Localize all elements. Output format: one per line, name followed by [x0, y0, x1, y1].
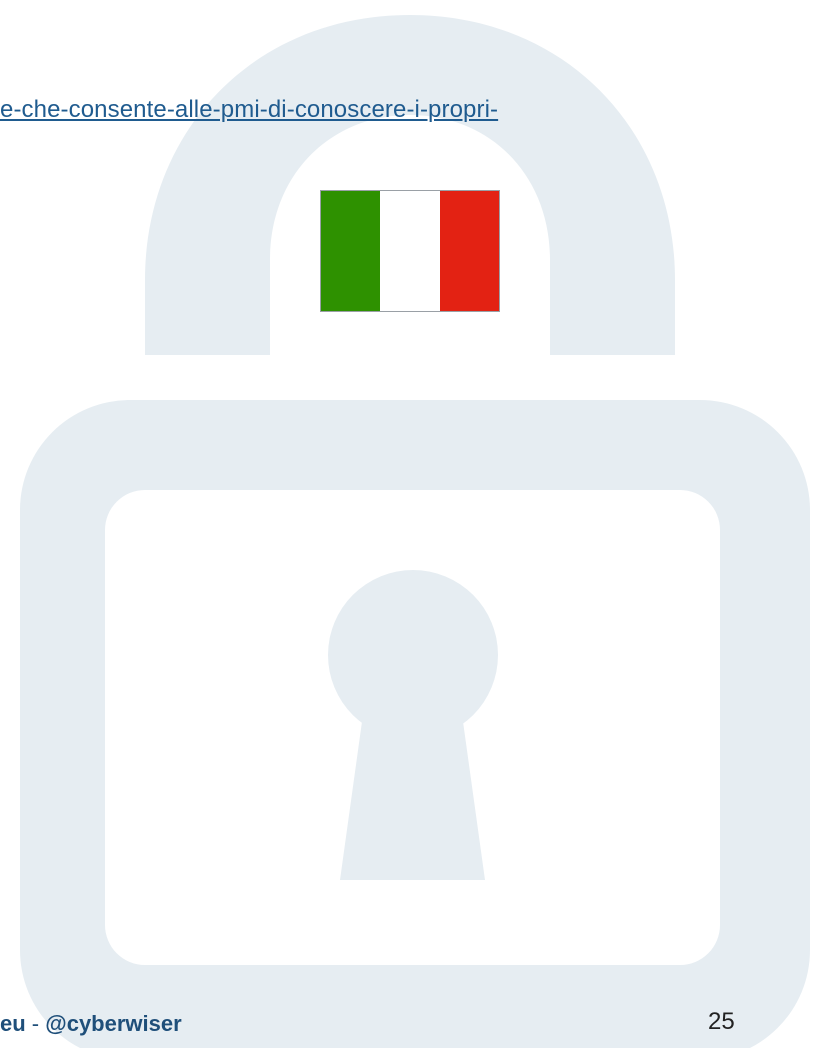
footer-handle: @cyberwiser [45, 1011, 182, 1036]
footer-site-fragment: eu [0, 1011, 26, 1036]
flag-white-stripe [380, 191, 440, 311]
flag-green-stripe [321, 191, 381, 311]
url-link-fragment[interactable]: e-che-consente-alle-pmi-di-conoscere-i-p… [0, 96, 498, 124]
page-number: 25 [708, 1008, 735, 1035]
keyhole-slot [340, 700, 485, 880]
padlock-watermark-icon [20, 15, 810, 1048]
footer-separator: - [25, 1011, 46, 1036]
flag-red-stripe [439, 191, 499, 311]
footer-credits: eu - @cyberwiser [0, 1011, 182, 1037]
italy-flag-icon [320, 190, 500, 312]
